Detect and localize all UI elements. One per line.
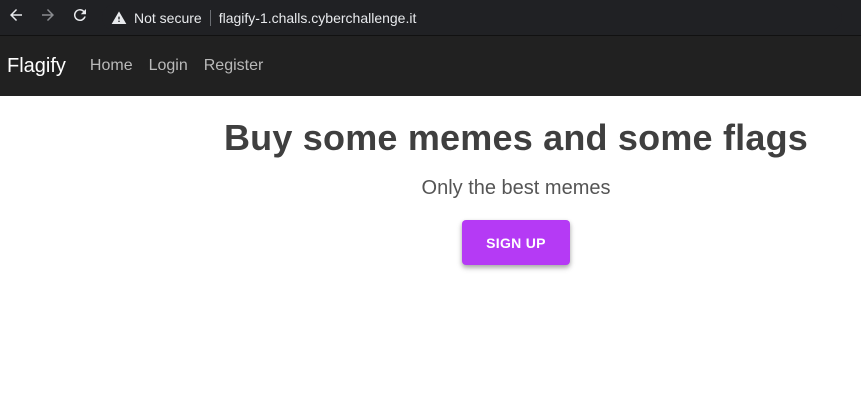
security-status-label[interactable]: Not secure bbox=[134, 10, 202, 26]
url-text[interactable]: flagify-1.challs.cyberchallenge.it bbox=[219, 10, 417, 26]
site-navbar: Flagify Home Login Register bbox=[0, 35, 861, 96]
back-arrow-icon bbox=[7, 6, 25, 29]
sign-up-button[interactable]: SIGN UP bbox=[462, 220, 570, 265]
back-button[interactable] bbox=[0, 0, 32, 35]
browser-toolbar: Not secure flagify-1.challs.cyberchallen… bbox=[0, 0, 861, 35]
page-subtitle: Only the best memes bbox=[421, 177, 611, 199]
hero-section: Buy some memes and some flags Only the b… bbox=[0, 95, 861, 404]
nav-link-register[interactable]: Register bbox=[204, 57, 264, 75]
omnibox-divider bbox=[209, 9, 211, 26]
brand-logo-link[interactable]: Flagify bbox=[7, 55, 66, 78]
page-title: Buy some memes and some flags bbox=[223, 117, 808, 158]
reload-icon bbox=[71, 6, 89, 29]
address-bar[interactable]: Not secure flagify-1.challs.cyberchallen… bbox=[102, 4, 842, 31]
reload-button[interactable] bbox=[64, 0, 96, 35]
forward-button[interactable] bbox=[32, 0, 64, 35]
forward-arrow-icon bbox=[39, 6, 57, 29]
nav-link-login[interactable]: Login bbox=[149, 57, 188, 75]
nav-link-home[interactable]: Home bbox=[90, 57, 133, 75]
warning-triangle-icon[interactable] bbox=[110, 9, 128, 27]
